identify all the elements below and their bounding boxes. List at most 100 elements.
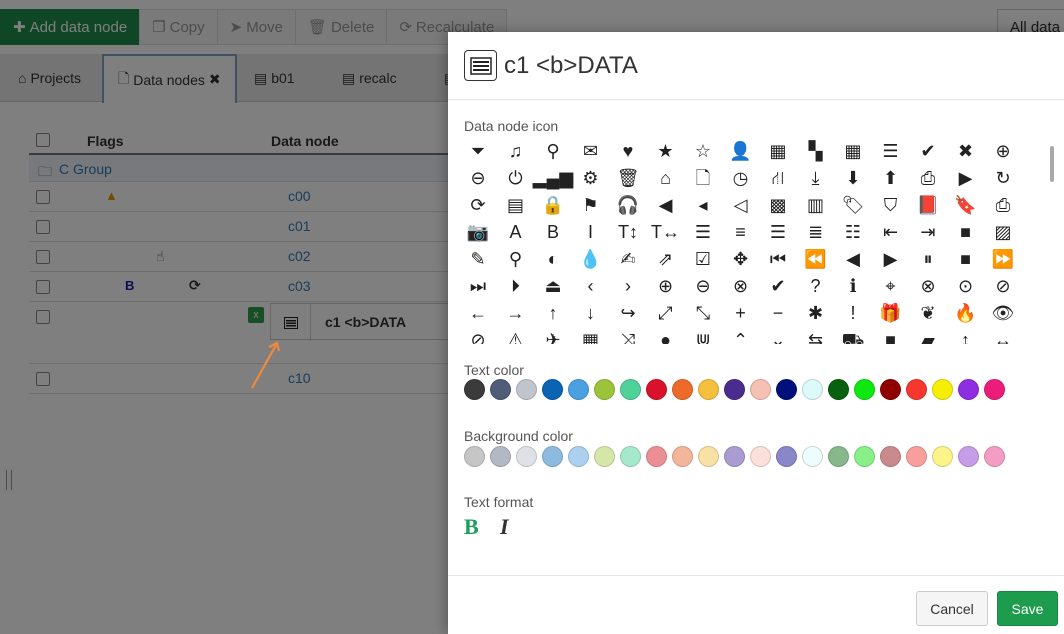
eject-icon[interactable]: ⏏ — [535, 273, 571, 299]
arrow-circle-up-icon[interactable]: ⬆ — [873, 165, 909, 191]
background-color-swatch[interactable] — [490, 446, 511, 467]
camera-icon[interactable]: 📷 — [460, 219, 496, 245]
warning-icon[interactable]: ⚠ — [498, 327, 534, 344]
plane-icon[interactable]: ✈ — [535, 327, 571, 344]
times-circle-outline-icon[interactable]: ⊗ — [910, 273, 946, 299]
arrow-circle-down-icon[interactable]: ⬇ — [835, 165, 871, 191]
random-icon[interactable]: ⤨ — [610, 327, 646, 344]
arrow-left-icon[interactable]: ← — [460, 300, 496, 326]
background-color-swatch[interactable] — [646, 446, 667, 467]
leaf-icon[interactable]: ❦ — [910, 300, 946, 326]
picture-icon[interactable]: ▨ — [985, 219, 1016, 245]
comment-icon[interactable]: ● — [648, 327, 684, 344]
plus-circle-icon[interactable]: ⊕ — [648, 273, 684, 299]
file-icon[interactable]: 🗋 — [685, 165, 721, 191]
search-icon[interactable]: ⚲ — [535, 138, 571, 164]
stop-icon[interactable]: ■ — [948, 246, 984, 272]
chevron-up-icon[interactable]: ⌃ — [723, 327, 759, 344]
fire-icon[interactable]: 🔥 — [948, 300, 984, 326]
print-icon[interactable]: ⎙ — [985, 192, 1016, 218]
play-icon[interactable]: ▶ — [873, 246, 909, 272]
text-color-swatch[interactable] — [880, 379, 901, 400]
music-icon[interactable]: ♫ — [498, 138, 534, 164]
text-color-swatch[interactable] — [620, 379, 641, 400]
tag-icon[interactable]: 🏷 — [835, 192, 871, 218]
star-icon[interactable]: ★ — [648, 138, 684, 164]
background-color-swatch[interactable] — [932, 446, 953, 467]
check-circle-icon[interactable]: ✔ — [760, 273, 796, 299]
compress-icon[interactable]: ⤡ — [685, 300, 721, 326]
chevron-down-icon[interactable]: ⌄ — [760, 327, 796, 344]
minus-circle-icon[interactable]: ⊖ — [685, 273, 721, 299]
cancel-button[interactable]: Cancel — [916, 591, 988, 626]
step-backward-icon[interactable]: ⏮ — [760, 246, 796, 272]
video-icon[interactable]: ■ — [948, 219, 984, 245]
chevron-left-icon[interactable]: ‹ — [573, 273, 609, 299]
text-color-swatch[interactable] — [932, 379, 953, 400]
user-icon[interactable]: 👤 — [723, 138, 759, 164]
step-forward-icon[interactable]: ⏵ — [498, 273, 534, 299]
crosshairs-icon[interactable]: ⌖ — [873, 273, 909, 299]
zoom-out-icon[interactable]: ⊖ — [460, 165, 496, 191]
background-color-swatch[interactable] — [958, 446, 979, 467]
text-color-swatch[interactable] — [984, 379, 1005, 400]
headphones-icon[interactable]: 🎧 — [610, 192, 646, 218]
trash-icon[interactable]: 🗑 — [610, 165, 646, 191]
times-circle-icon[interactable]: ⊗ — [723, 273, 759, 299]
plus-icon[interactable]: + — [723, 300, 759, 326]
bold-format-toggle[interactable]: B — [464, 514, 479, 540]
background-color-swatch[interactable] — [698, 446, 719, 467]
eye-icon[interactable]: 👁 — [985, 300, 1016, 326]
th-icon[interactable]: ▦ — [835, 138, 871, 164]
background-color-swatch[interactable] — [516, 446, 537, 467]
text-color-swatch[interactable] — [594, 379, 615, 400]
home-icon[interactable]: ⌂ — [648, 165, 684, 191]
power-icon[interactable]: ⏻ — [498, 165, 534, 191]
volume-off-icon[interactable]: ◀ — [648, 192, 684, 218]
map-marker-icon[interactable]: ⚲ — [498, 246, 534, 272]
background-color-swatch[interactable] — [750, 446, 771, 467]
heart-icon[interactable]: ♥ — [610, 138, 646, 164]
lock-icon[interactable]: 🔒 — [535, 192, 571, 218]
background-color-swatch[interactable] — [568, 446, 589, 467]
cog-icon[interactable]: ⚙ — [573, 165, 609, 191]
text-color-swatch[interactable] — [542, 379, 563, 400]
th-large-icon[interactable]: ▚ — [798, 138, 834, 164]
arrow-up-icon[interactable]: ↑ — [535, 300, 571, 326]
magnet-icon[interactable]: ⋓ — [685, 327, 721, 344]
share-icon[interactable]: ⇗ — [648, 246, 684, 272]
inbox-icon[interactable]: ⎙ — [910, 165, 946, 191]
barcode-icon[interactable]: ▥ — [798, 192, 834, 218]
flag-icon[interactable]: ⚑ — [573, 192, 609, 218]
background-color-swatch[interactable] — [464, 446, 485, 467]
th-list-icon[interactable]: ☰ — [873, 138, 909, 164]
check-icon[interactable]: ✔ — [910, 138, 946, 164]
asterisk-icon[interactable]: ✱ — [798, 300, 834, 326]
text-color-swatch[interactable] — [958, 379, 979, 400]
shopping-cart-icon[interactable]: ⛟ — [835, 327, 871, 344]
background-color-swatch[interactable] — [984, 446, 1005, 467]
text-color-swatch[interactable] — [906, 379, 927, 400]
list-alt-icon[interactable]: ▤ — [498, 192, 534, 218]
volume-up-icon[interactable]: ◁ — [723, 192, 759, 218]
play-circle-icon[interactable]: ▶ — [948, 165, 984, 191]
check-square-icon[interactable]: ☑ — [685, 246, 721, 272]
film-icon[interactable]: ▦ — [760, 138, 796, 164]
text-color-swatch[interactable] — [568, 379, 589, 400]
text-height-icon[interactable]: T↕ — [610, 219, 646, 245]
text-color-swatch[interactable] — [750, 379, 771, 400]
question-circle-icon[interactable]: ? — [798, 273, 834, 299]
resize-vertical-icon[interactable]: ↕ — [948, 327, 984, 344]
adjust-icon[interactable]: ◐ — [535, 246, 571, 272]
book-icon[interactable]: 📕 — [910, 192, 946, 218]
text-color-swatch[interactable] — [776, 379, 797, 400]
background-color-swatch[interactable] — [776, 446, 797, 467]
text-color-swatch[interactable] — [646, 379, 667, 400]
pause-icon[interactable]: ⏸ — [910, 246, 946, 272]
text-color-swatch[interactable] — [828, 379, 849, 400]
save-button[interactable]: Save — [997, 591, 1058, 626]
align-justify-icon[interactable]: ≣ — [798, 219, 834, 245]
repeat-icon[interactable]: ↻ — [985, 165, 1016, 191]
italic-format-toggle[interactable]: I — [500, 514, 509, 540]
background-color-swatch[interactable] — [802, 446, 823, 467]
